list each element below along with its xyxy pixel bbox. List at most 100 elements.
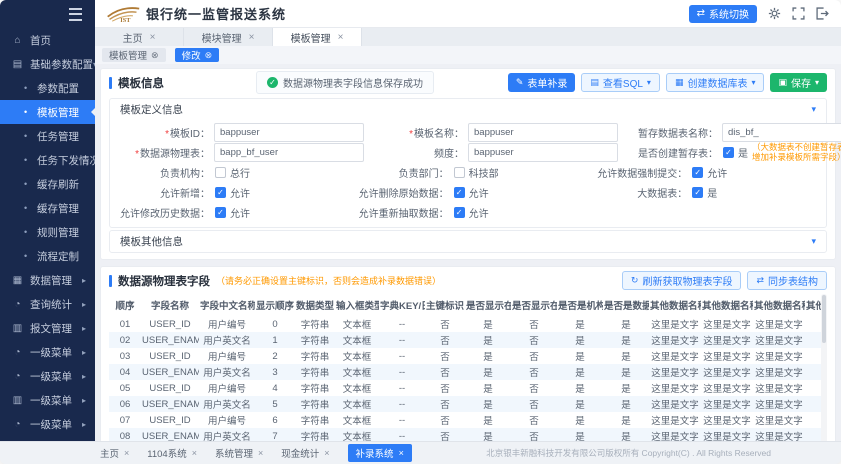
close-icon[interactable]: × xyxy=(399,448,404,458)
sidebar-item-task-dispatch[interactable]: •任务下发情况 xyxy=(0,148,95,172)
sidebar-item-label: 规则管理 xyxy=(37,225,79,240)
collapse-icon[interactable]: ▾ xyxy=(811,104,816,115)
table-cell: 是 xyxy=(465,428,511,441)
frequency-input[interactable] xyxy=(468,143,618,162)
template-info-header: 模板信息 ✓ 数据源物理表字段信息保存成功 ✎表单补录▤查看SQL▾▦创建数据库… xyxy=(109,69,827,96)
allow-add-checkbox[interactable]: ✓ xyxy=(215,187,226,198)
form-field-frequency: 频度： xyxy=(364,143,618,162)
close-icon[interactable]: × xyxy=(249,32,255,43)
system-tab-现金统计[interactable]: 现金统计× xyxy=(281,446,329,460)
close-icon[interactable]: × xyxy=(124,448,129,458)
table-cell: 否 xyxy=(511,412,557,428)
save-button[interactable]: ▣保存▾ xyxy=(770,73,827,92)
close-circle-icon[interactable]: ⊗ xyxy=(205,50,213,61)
close-icon[interactable]: × xyxy=(192,448,197,458)
system-switch-button[interactable]: ⇄ 系统切换 xyxy=(689,5,757,23)
sidebar-item-cache-manage[interactable]: •缓存管理 xyxy=(0,196,95,220)
table-row[interactable]: 06USER_ENAME用户英文名5字符串文本框--否是否是是这里是文字这里是文… xyxy=(109,396,821,412)
sync-structure-button[interactable]: ⇄同步表结构 xyxy=(747,271,827,290)
responsible-dept-checkbox[interactable] xyxy=(454,167,465,178)
allow-delete-original-checkbox[interactable]: ✓ xyxy=(454,187,465,198)
sidebar-item-data-manage[interactable]: ▦数据管理▸ xyxy=(0,268,95,292)
breadcrumb-chip-模板管理[interactable]: 模板管理⊗ xyxy=(102,48,166,62)
clock-icon: ◔ xyxy=(11,347,24,358)
template-definition-header[interactable]: 模板定义信息 ▾ xyxy=(110,99,826,120)
workspace-tab-主页[interactable]: 主页× xyxy=(95,28,184,46)
form-field-responsible-dept: 负责部门：科技部 xyxy=(349,165,588,180)
sidebar-item-menu-3[interactable]: ▥一级菜单▸ xyxy=(0,388,95,412)
table-cell: 这里是文字 xyxy=(753,428,805,441)
table-row[interactable]: 07USER_ID用户编号6字符串文本框--否是否是是这里是文字这里是文字这里是… xyxy=(109,412,821,428)
breadcrumb-chip-修改[interactable]: 修改⊗ xyxy=(175,48,220,62)
create-temp-table-checkbox[interactable]: ✓ xyxy=(723,147,734,158)
app-title: 银行统一监管报送系统 xyxy=(146,4,286,23)
vertical-scrollbar[interactable] xyxy=(821,294,827,441)
allow-force-submit-checkbox[interactable]: ✓ xyxy=(692,167,703,178)
table-row[interactable]: 05USER_ID用户编号4字符串文本框--否是否是是这里是文字这里是文字这里是… xyxy=(109,380,821,396)
temp-table-name-input[interactable] xyxy=(722,123,841,142)
tab-label: 系统管理 xyxy=(215,446,253,460)
create-db-table-button[interactable]: ▦创建数据库表▾ xyxy=(666,73,765,92)
table-row[interactable]: 01USER_ID用户编号0字符串文本框--否是否是是这里是文字这里是文字这里是… xyxy=(109,316,821,332)
sidebar-item-param-config[interactable]: •参数配置 xyxy=(0,76,95,100)
logout-icon[interactable] xyxy=(816,7,829,20)
responsible-org-checkbox[interactable] xyxy=(215,167,226,178)
sidebar-item-base-param-config[interactable]: ▤基础参数配置▾ xyxy=(0,52,95,76)
table-cell: 是 xyxy=(465,364,511,380)
table-cell: USER_ID xyxy=(141,348,199,364)
close-icon[interactable]: × xyxy=(150,32,156,43)
sidebar-item-template-manage[interactable]: •模板管理 xyxy=(0,100,95,124)
template-name-input[interactable] xyxy=(468,123,618,142)
big-data-table-checkbox[interactable]: ✓ xyxy=(692,187,703,198)
collapse-icon[interactable]: ▾ xyxy=(811,236,816,247)
allow-re-extract-checkbox[interactable]: ✓ xyxy=(454,207,465,218)
system-tab-系统管理[interactable]: 系统管理 × xyxy=(215,446,263,460)
v-scroll-thumb[interactable] xyxy=(822,295,826,343)
sidebar-item-task-manage[interactable]: •任务管理 xyxy=(0,124,95,148)
table-row[interactable]: 04USER_ENAME用户英文名3字符串文本框--否是否是是这里是文字这里是文… xyxy=(109,364,821,380)
title-accent-bar xyxy=(109,275,112,287)
sidebar-item-rule-manage[interactable]: •规则管理 xyxy=(0,220,95,244)
form-field-big-data-table: 大数据表：✓是 xyxy=(587,185,826,200)
table-cell: 04 xyxy=(109,364,141,380)
sidebar-item-message-manage[interactable]: ▥报文管理▸ xyxy=(0,316,95,340)
sidebar-item-home[interactable]: ⌂首页 xyxy=(0,28,95,52)
table-row[interactable]: 08USER_ENAME用户英文名7字符串文本框--否是否是是这里是文字这里是文… xyxy=(109,428,821,441)
table-row[interactable]: 02USER_ENAME用户英文名1字符串文本框--否是否是是这里是文字这里是文… xyxy=(109,332,821,348)
system-tab-补录系统[interactable]: 补录系统× xyxy=(348,444,412,462)
system-tab-主页[interactable]: 主页× xyxy=(100,446,129,460)
sidebar-item-menu-4[interactable]: ◔一级菜单▸ xyxy=(0,412,95,436)
fullscreen-icon[interactable] xyxy=(792,7,805,20)
form-icon: ✎ xyxy=(516,77,524,88)
close-icon[interactable]: × xyxy=(324,448,329,458)
table-cell: 这里是文字 xyxy=(753,364,805,380)
refresh-fields-button[interactable]: ↻刷新获取物理表字段 xyxy=(622,271,742,290)
template-other-header[interactable]: 模板其他信息 ▾ xyxy=(110,231,826,252)
view-sql-button[interactable]: ▤查看SQL▾ xyxy=(581,73,660,92)
workspace-tab-模块管理[interactable]: 模块管理× xyxy=(184,28,273,46)
table-cell: 用户编号 xyxy=(199,380,255,396)
close-icon[interactable]: × xyxy=(258,448,263,458)
form-supplement-button[interactable]: ✎表单补录 xyxy=(508,73,576,92)
menu-collapse-icon[interactable] xyxy=(69,8,82,21)
template-id-input[interactable] xyxy=(214,123,364,142)
table-cell: 否 xyxy=(425,428,465,441)
workspace-tab-模板管理[interactable]: 模板管理× xyxy=(273,28,362,46)
system-tab-1104系统[interactable]: 1104系统× xyxy=(147,446,197,460)
sidebar-item-menu-2[interactable]: ◔一级菜单▸ xyxy=(0,364,95,388)
close-circle-icon[interactable]: ⊗ xyxy=(151,50,159,61)
form-field-allow-modify-history: 允许修改历史数据：✓允许 xyxy=(110,205,349,220)
datasource-table-input[interactable] xyxy=(214,143,364,162)
table-cell: 6 xyxy=(255,412,295,428)
sidebar-item-label: 模板管理 xyxy=(37,105,79,120)
sidebar-item-menu-1[interactable]: ◔一级菜单▸ xyxy=(0,340,95,364)
sidebar-item-process-custom[interactable]: •流程定制 xyxy=(0,244,95,268)
close-icon[interactable]: × xyxy=(338,32,344,43)
allow-modify-history-checkbox[interactable]: ✓ xyxy=(215,207,226,218)
table-cell xyxy=(805,380,821,396)
gear-icon[interactable] xyxy=(768,7,781,20)
sidebar-item-cache-refresh[interactable]: •缓存刷新 xyxy=(0,172,95,196)
table-row[interactable]: 03USER_ID用户编号2字符串文本框--否是否是是这里是文字这里是文字这里是… xyxy=(109,348,821,364)
table-cell: USER_ID xyxy=(141,412,199,428)
sidebar-item-query-stats[interactable]: ◔查询统计▸ xyxy=(0,292,95,316)
